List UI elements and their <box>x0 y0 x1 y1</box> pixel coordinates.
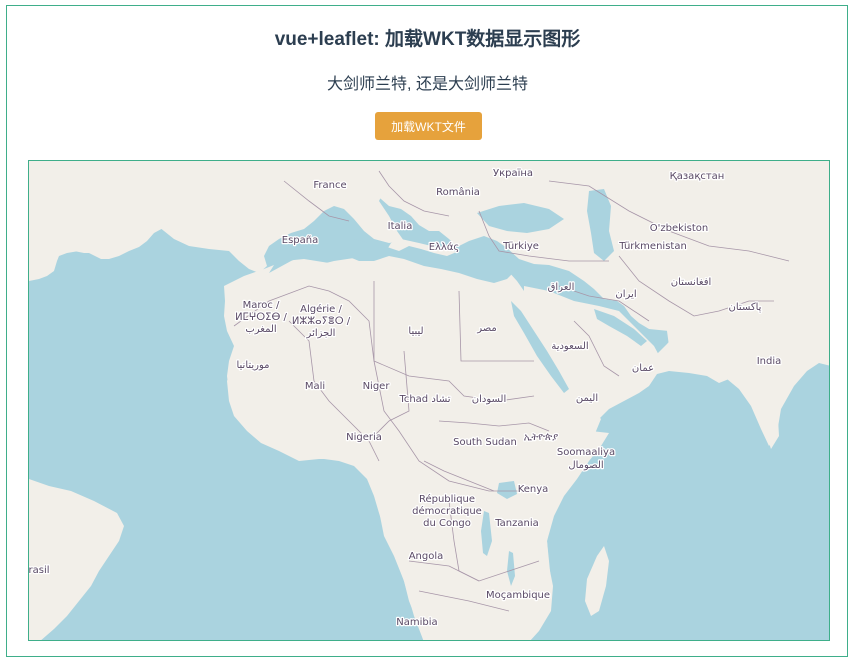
label-romania: România <box>436 186 480 198</box>
label-tanzania: Tanzania <box>494 518 539 529</box>
label-espana: España <box>282 235 318 246</box>
label-sudan: السودان <box>472 394 507 405</box>
label-somalia-2: الصومال <box>568 460 603 471</box>
label-egypt: مصر <box>476 323 497 334</box>
label-afghanistan: افغانستان <box>671 277 712 288</box>
land-india <box>667 306 829 446</box>
label-france: France <box>313 180 346 191</box>
label-angola: Angola <box>409 551 444 562</box>
label-libya: ليبيا <box>408 326 423 337</box>
map-canvas[interactable]: Україна Қазақстан France România O'zbeki… <box>29 161 830 641</box>
label-maroc-2: ⵍⵎⵖⵔⵉⴱ / <box>235 312 287 323</box>
label-drc-3: du Congo <box>423 518 471 529</box>
label-niger: Niger <box>363 381 391 392</box>
label-maroc-1: Maroc / <box>243 300 280 311</box>
label-nigeria: Nigeria <box>346 432 382 443</box>
label-ethiopia: ኢትዮጵያ <box>524 432 558 443</box>
label-chad: Tchad تشاد <box>398 394 450 405</box>
label-india: India <box>757 356 782 367</box>
label-ellas: Ελλάς <box>429 241 460 253</box>
label-namibia: Namibia <box>396 617 437 628</box>
label-brasil: rasil <box>29 565 50 576</box>
label-saudi: السعودية <box>551 341 588 352</box>
label-maroc-3: المغرب <box>245 324 276 335</box>
label-oman: عمان <box>632 363 654 374</box>
label-uzbekistan: O'zbekiston <box>650 223 709 234</box>
label-turkiye: Türkiye <box>502 241 539 252</box>
label-somalia-1: Soomaaliya <box>557 447 615 458</box>
label-algerie-2: ⵍⵣⵣⴰⵢⴻⵔ / <box>292 316 351 327</box>
label-algerie-1: Algérie / <box>300 303 342 315</box>
label-algerie-3: الجزائر <box>306 328 336 339</box>
label-mocambique: Moçambique <box>486 590 550 601</box>
label-turkmenistan: Türkmenistan <box>618 241 687 252</box>
label-drc-2: démocratique <box>412 505 482 517</box>
load-wkt-button[interactable]: 加载WKT文件 <box>375 112 482 140</box>
land-brazil <box>29 479 124 640</box>
label-mauritania: موريتانيا <box>236 360 269 371</box>
label-iraq: العراق <box>548 282 575 293</box>
label-pakistan: پاکستان <box>729 302 762 313</box>
label-mali: Mali <box>305 381 325 392</box>
label-south-sudan: South Sudan <box>453 437 517 448</box>
label-drc-1: République <box>419 493 475 505</box>
page-subtitle: 大剑师兰特, 还是大剑师兰特 <box>327 76 528 93</box>
label-iran: ایران <box>615 289 636 300</box>
map-container[interactable]: Україна Қазақстан France România O'zbeki… <box>28 160 830 641</box>
label-ukraine: Україна <box>493 168 533 179</box>
label-yemen: اليمن <box>576 393 598 404</box>
page-title: vue+leaflet: 加载WKT数据显示图形 <box>274 29 581 50</box>
label-italia: Italia <box>388 221 413 232</box>
label-kenya: Kenya <box>518 484 549 495</box>
land-madagascar <box>585 546 609 616</box>
label-kazakhstan: Қазақстан <box>670 171 725 182</box>
